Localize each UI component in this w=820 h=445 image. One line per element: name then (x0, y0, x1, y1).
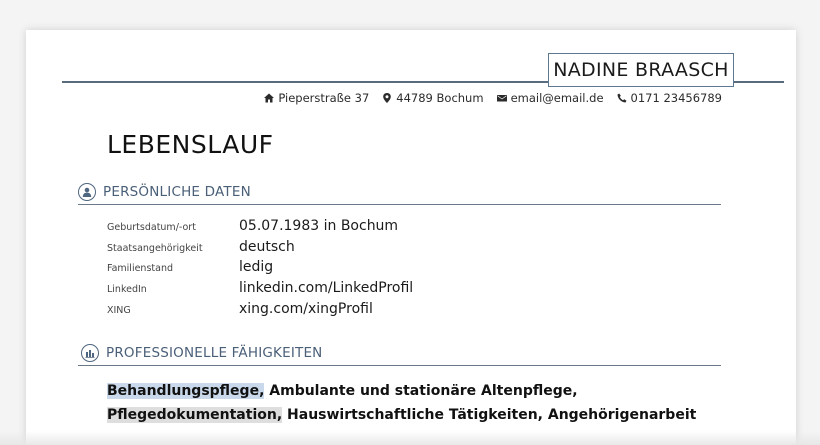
contact-city-text: 44789 Bochum (396, 91, 484, 105)
contact-line: Pieperstraße 37 44789 Bochum email@email… (264, 91, 722, 105)
contact-address-text: Pieperstraße 37 (278, 91, 370, 105)
skill-item: Angehörigenarbeit (547, 407, 697, 423)
xing-link[interactable]: xing.com/xingProfil (239, 301, 373, 317)
phone-icon (617, 93, 627, 103)
section-skills-title: PROFESSIONELLE FÄHIGKEITEN (106, 345, 323, 361)
field-value: deutsch (239, 238, 295, 255)
person-icon (82, 187, 92, 197)
candidate-name: NADINE BRAASCH (553, 59, 729, 81)
home-icon (264, 93, 275, 103)
skill-item: Pflegedokumentation, (107, 407, 283, 423)
contact-phone-text: 0171 23456789 (630, 91, 722, 105)
field-label: XING (107, 304, 131, 316)
personal-data-list: Geburtsdatum/-ort 05.07.1983 in Bochum S… (107, 218, 413, 321)
skill-item: Hauswirtschaftliche Tätigkeiten, (287, 407, 543, 423)
list-item: Familienstand ledig (107, 259, 413, 280)
field-label: Geburtsdatum/-ort (107, 222, 196, 233)
list-item: Geburtsdatum/-ort 05.07.1983 in Bochum (107, 218, 413, 239)
list-item: LinkedIn linkedin.com/LinkedProfil (107, 280, 413, 301)
skills-text: Behandlungspflege, Ambulante und station… (107, 379, 717, 427)
field-value: 05.07.1983 in Bochum (239, 218, 399, 234)
contact-email-text: email@email.de (510, 91, 604, 105)
bottom-fade (0, 431, 820, 445)
section-personal-title: PERSÖNLICHE DATEN (103, 184, 251, 200)
field-label: Familienstand (107, 263, 173, 275)
document-title: LEBENSLAUF (107, 130, 274, 159)
linkedin-link[interactable]: linkedin.com/LinkedProfil (239, 280, 413, 296)
field-value: ledig (239, 259, 274, 276)
list-item: Staatsangehörigkeit deutsch (107, 239, 413, 260)
field-label: Staatsangehörigkeit (107, 242, 203, 254)
skill-item: Behandlungspflege, (107, 383, 265, 399)
field-label: LinkedIn (107, 284, 147, 296)
skill-item: Ambulante und stationäre Altenpflege, (269, 383, 578, 399)
section-skills-heading: PROFESSIONELLE FÄHIGKEITEN (78, 344, 721, 366)
contact-address: Pieperstraße 37 (264, 91, 369, 105)
location-pin-icon (383, 93, 392, 103)
contact-city: 44789 Bochum (382, 91, 484, 105)
skills-icon (85, 350, 95, 358)
name-box: NADINE BRAASCH (548, 53, 734, 87)
contact-phone: 0171 23456789 (617, 91, 722, 105)
mail-icon (496, 95, 507, 102)
contact-email: email@email.de (496, 91, 604, 105)
section-personal-heading: PERSÖNLICHE DATEN (78, 183, 721, 205)
list-item: XING xing.com/xingProfil (107, 301, 413, 322)
cv-page: NADINE BRAASCH Pieperstraße 37 44789 Boc… (26, 30, 796, 445)
